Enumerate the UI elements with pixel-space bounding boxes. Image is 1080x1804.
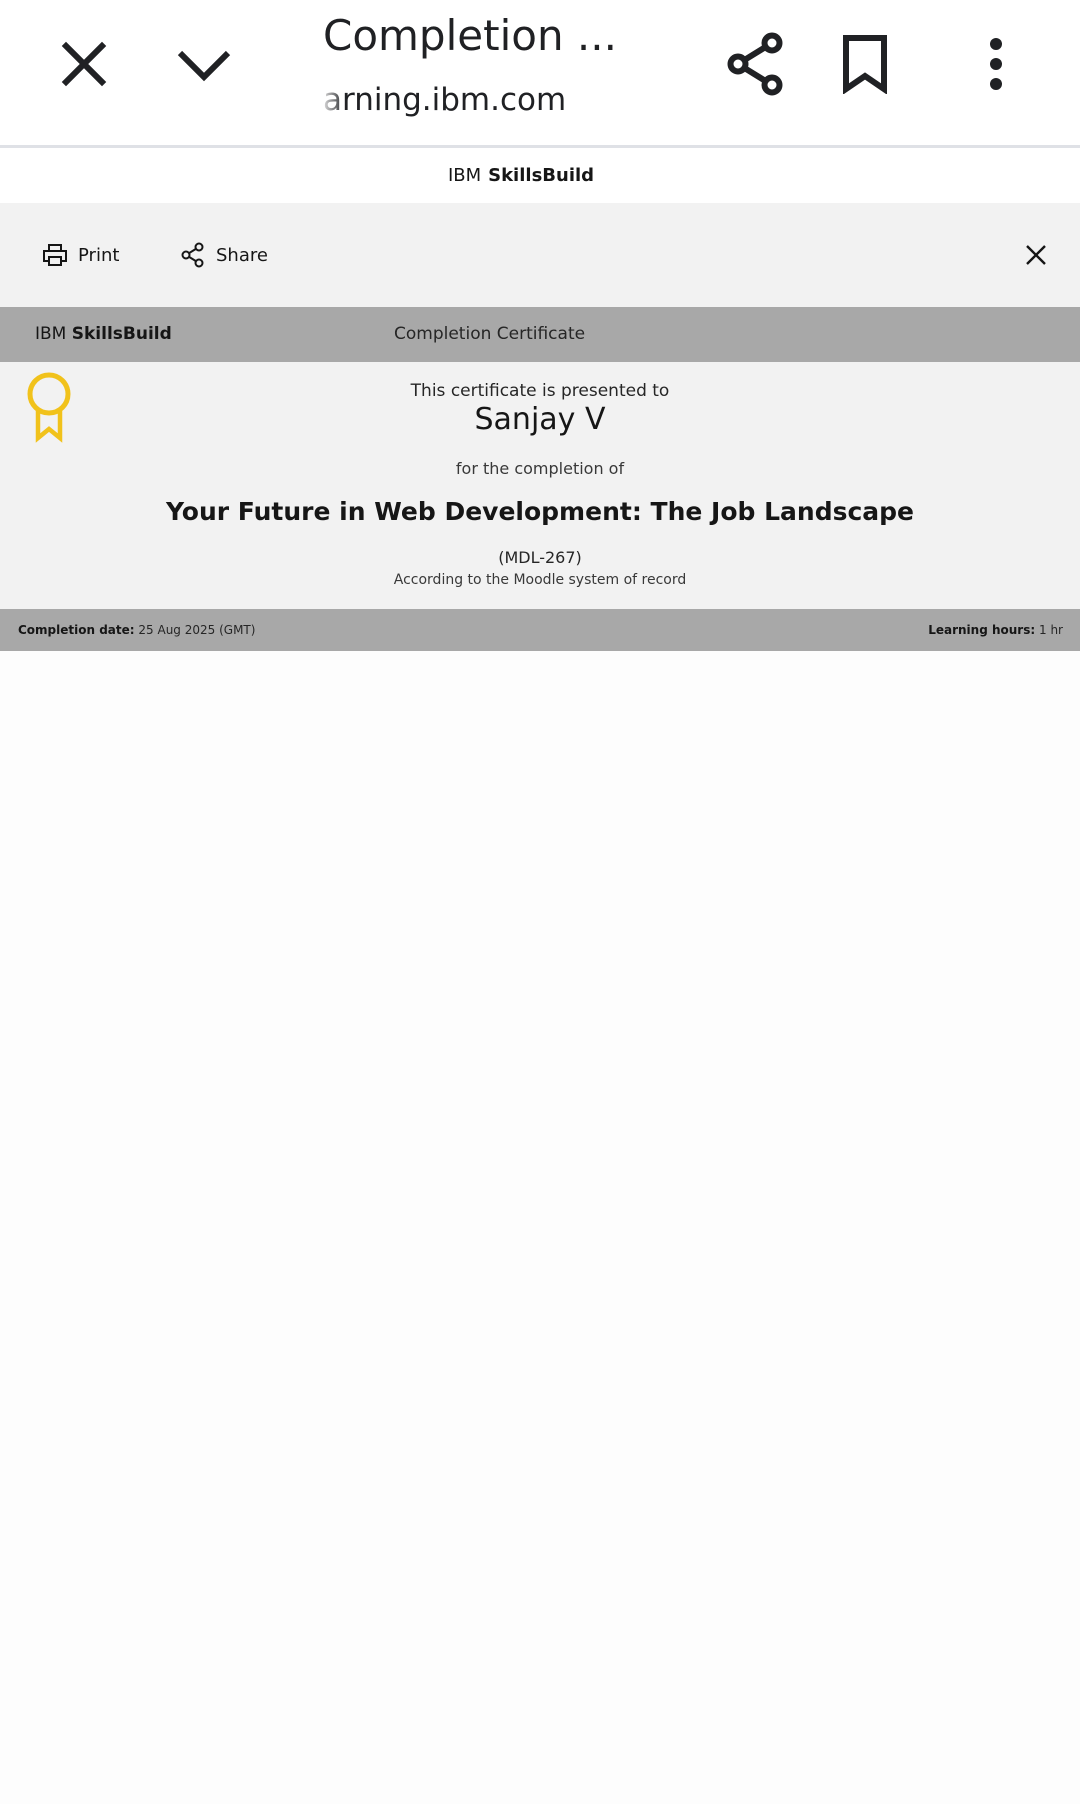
learning-hours-label: Learning hours:	[928, 623, 1036, 637]
page-url: arning.ibm.com	[323, 82, 567, 118]
record-source-text: According to the Moodle system of record	[393, 572, 687, 588]
bookmark-button[interactable]	[825, 24, 905, 104]
learning-hours: Learning hours: 1 hr	[928, 609, 1063, 651]
site-header: IBM SkillsBuild	[0, 148, 1080, 203]
page-title: Completion ...	[323, 11, 617, 60]
certificate-body: This certificate is presented to Sanjay …	[0, 362, 1080, 609]
certificate-brand: IBM SkillsBuild	[35, 307, 172, 362]
close-tab-button[interactable]	[44, 24, 124, 104]
certificate-type: Completion Certificate	[394, 324, 586, 344]
recipient-name: Sanjay V	[474, 402, 606, 437]
presented-to-text: This certificate is presented to	[410, 381, 670, 401]
brand-ibm-text: IBM	[447, 165, 482, 186]
share-page-button[interactable]	[716, 24, 796, 104]
learning-hours-value: 1 hr	[1039, 623, 1063, 637]
completion-date-label: Completion date:	[18, 623, 135, 637]
completion-of-text: for the completion of	[455, 459, 625, 478]
tab-title-area[interactable]: Completion ... arning.ibm.com	[323, 6, 623, 125]
share-label: Share	[216, 244, 268, 266]
close-icon	[1026, 245, 1046, 265]
more-vert-icon	[990, 38, 1002, 90]
bookmark-icon	[843, 35, 887, 94]
certificate-header: IBM SkillsBuild Completion Certificate	[0, 307, 1080, 362]
completion-date-value: 25 Aug 2025 (GMT)	[138, 623, 256, 637]
certificate-action-bar: Print Share	[0, 203, 1080, 307]
site-logo[interactable]: IBM SkillsBuild	[448, 165, 594, 186]
printer-icon	[43, 244, 67, 266]
browser-toolbar: Completion ... arning.ibm.com	[0, 0, 1080, 148]
share-icon	[181, 242, 204, 268]
brand-ibm-text: IBM	[35, 324, 67, 344]
print-label: Print	[78, 244, 120, 266]
close-icon	[61, 41, 107, 87]
more-options-button[interactable]	[956, 24, 1036, 104]
brand-product-text: SkillsBuild	[71, 324, 172, 344]
close-certificate-button[interactable]	[1012, 231, 1060, 279]
brand-product-text: SkillsBuild	[488, 165, 595, 186]
certificate-footer: Completion date: 25 Aug 2025 (GMT) Learn…	[0, 609, 1080, 651]
completion-date: Completion date: 25 Aug 2025 (GMT)	[18, 609, 255, 651]
chevron-down-icon	[177, 50, 231, 82]
course-title: Your Future in Web Development: The Job …	[165, 497, 915, 526]
share-certificate-button[interactable]: Share	[180, 233, 268, 277]
course-code: (MDL-267)	[498, 548, 582, 567]
print-button[interactable]: Print	[42, 233, 119, 277]
minimize-button[interactable]	[164, 24, 244, 104]
share-icon	[727, 32, 783, 96]
